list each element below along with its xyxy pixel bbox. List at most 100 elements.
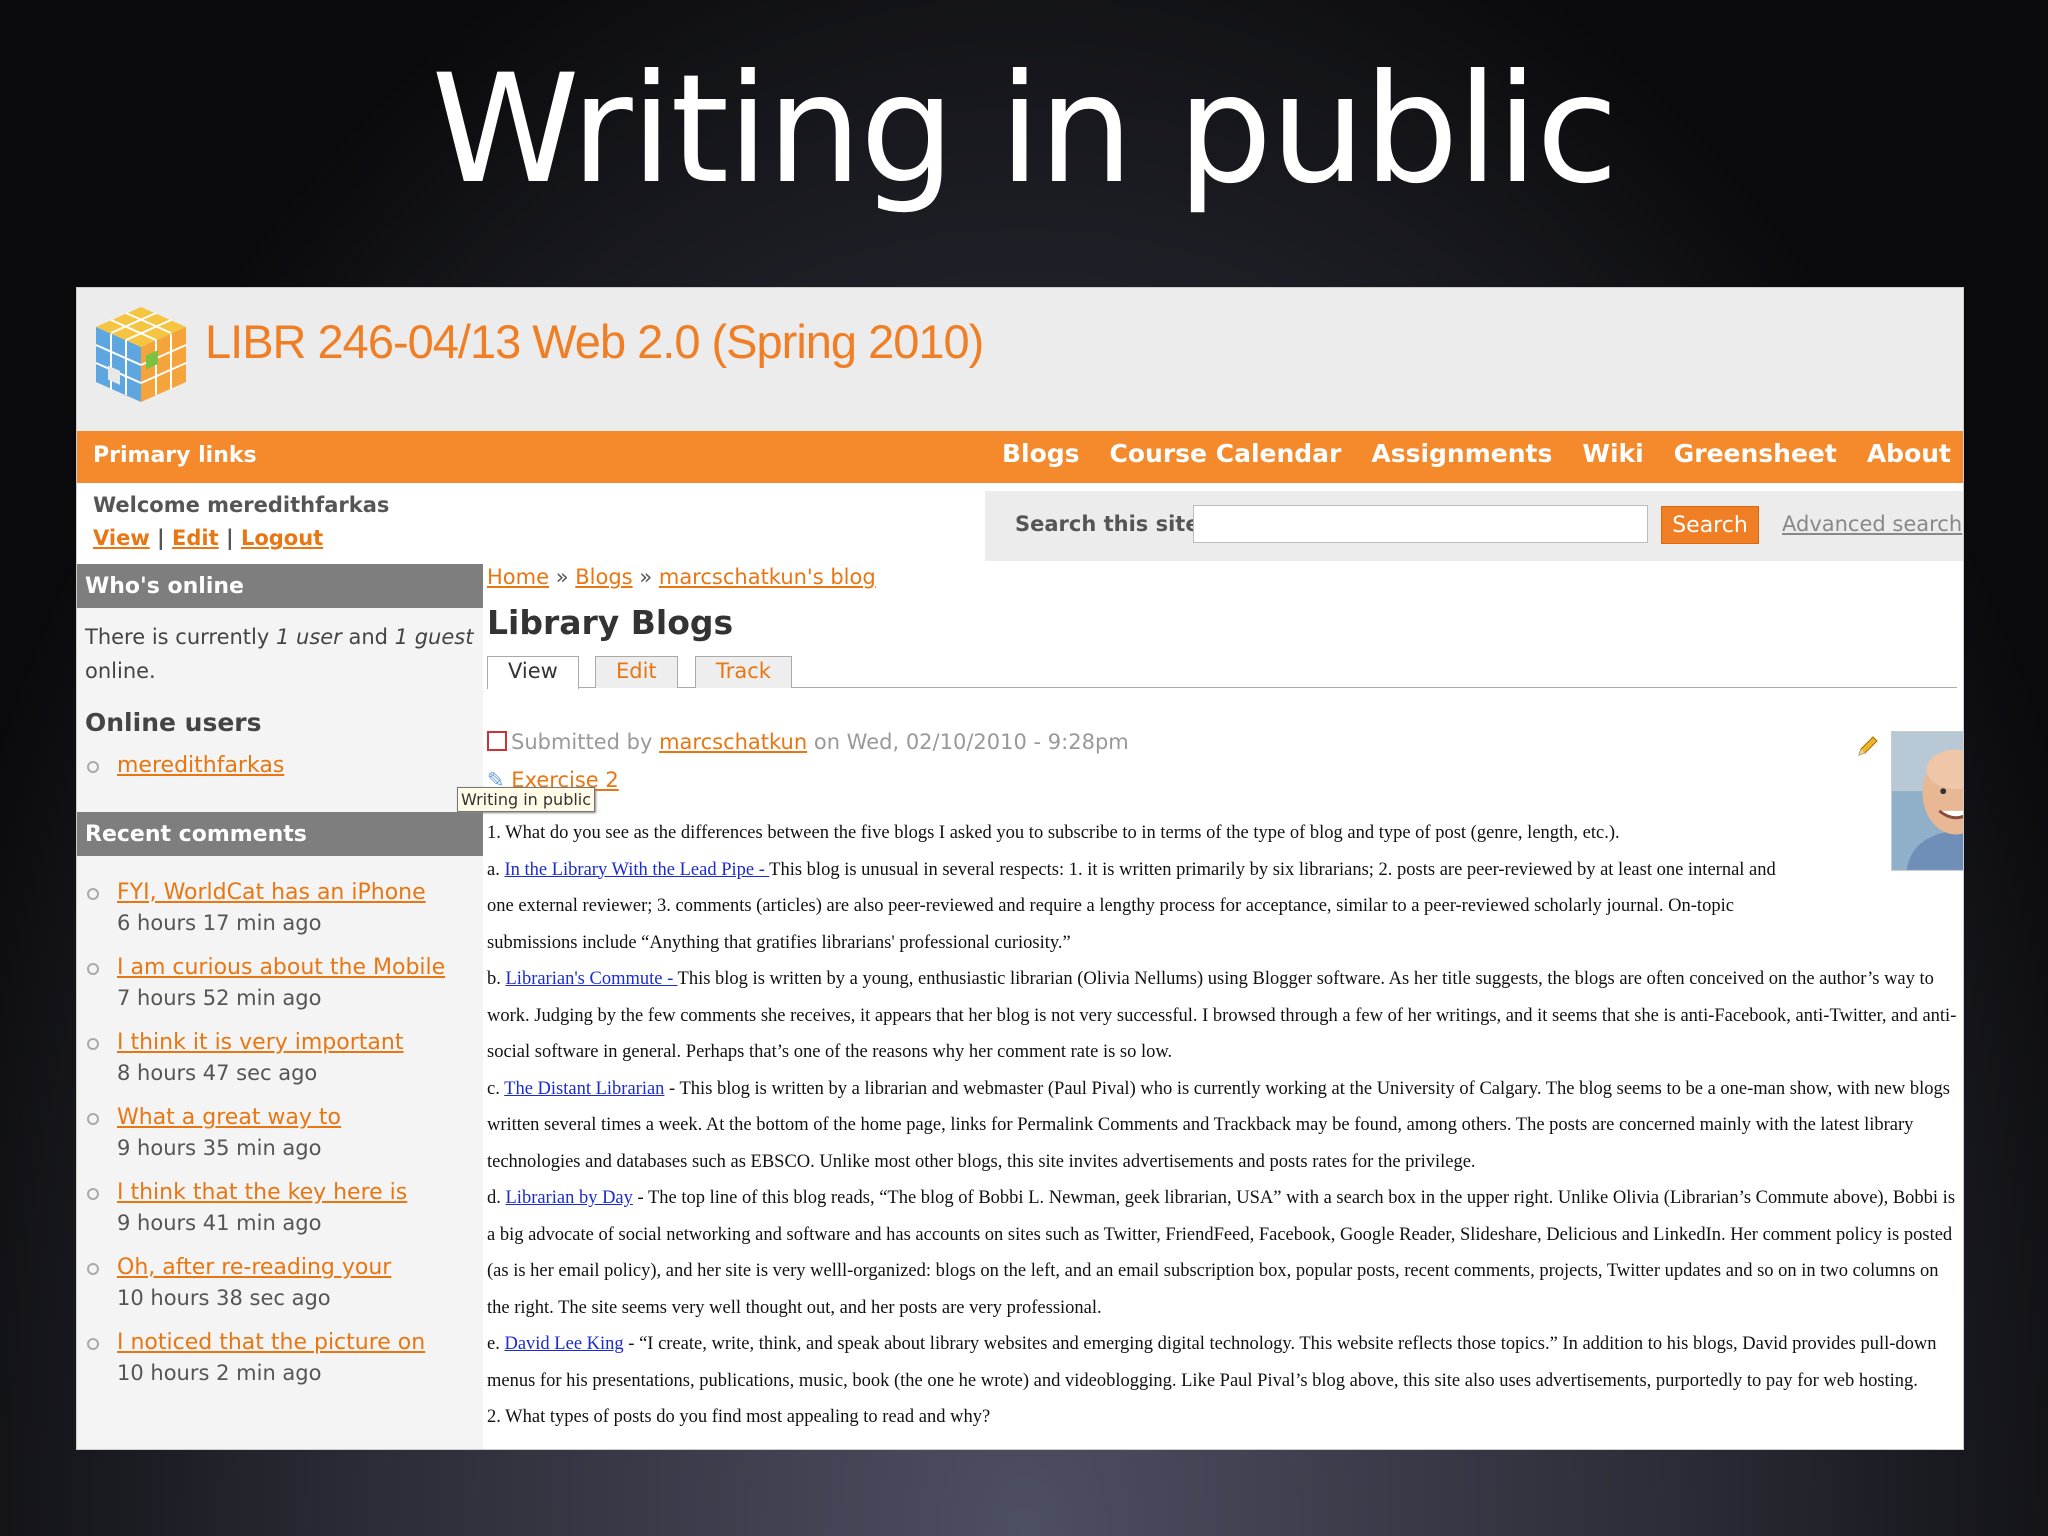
- slide-title: Writing in public: [431, 43, 1618, 217]
- answer-a: a. In the Library With the Lead Pipe - T…: [487, 852, 1797, 962]
- list-item: I think that the key here is 9 hours 41 m…: [85, 1180, 475, 1235]
- blog-link-librarian-by-day[interactable]: Librarian by Day: [506, 1188, 633, 1208]
- author-link[interactable]: marcschatkun: [659, 730, 807, 754]
- answer-label: a.: [487, 859, 505, 880]
- nav-wiki[interactable]: Wiki: [1582, 439, 1643, 468]
- recent-comments-title: Recent comments: [77, 812, 483, 856]
- comment-link[interactable]: I noticed that the picture on: [117, 1330, 425, 1355]
- blog-link-librarians-commute[interactable]: Librarian's Commute -: [506, 969, 678, 989]
- meta-prefix: Submitted by: [511, 730, 660, 754]
- list-item: I think it is very important 8 hours 47 s…: [85, 1030, 475, 1085]
- question-1: 1. What do you see as the differences be…: [487, 823, 1620, 843]
- comment-time: 6 hours 17 min ago: [117, 911, 322, 935]
- answer-label: c.: [487, 1078, 505, 1099]
- tooltip: Writing in public: [457, 787, 596, 812]
- answer-e: e. David Lee King - “I create, write, th…: [487, 1326, 1957, 1399]
- submitted-meta: Submitted by marcschatkun on Wed, 02/10/…: [487, 730, 1129, 754]
- nav-blogs[interactable]: Blogs: [1002, 439, 1080, 468]
- nav-assignments[interactable]: Assignments: [1371, 439, 1552, 468]
- answer-label: d.: [487, 1188, 506, 1208]
- primary-nav: Blogs Course Calendar Assignments Wiki G…: [1002, 439, 1951, 468]
- node-tabs: View Edit Track: [487, 656, 1957, 689]
- breadcrumb-separator: »: [639, 565, 653, 589]
- answer-text: - The top line of this blog reads, “The …: [487, 1188, 1956, 1318]
- online-middle: and: [341, 625, 395, 649]
- breadcrumb-separator: »: [555, 565, 569, 589]
- blog-link-distant-librarian[interactable]: The Distant Librarian: [504, 1079, 664, 1099]
- search-label: Search this site:: [1015, 512, 1208, 536]
- pencil-icon[interactable]: [1855, 735, 1879, 759]
- view-link[interactable]: View: [93, 526, 150, 550]
- breadcrumb-home[interactable]: Home: [487, 565, 549, 589]
- site-name[interactable]: LIBR 246-04/13 Web 2.0 (Spring 2010): [205, 314, 984, 369]
- site-header: LIBR 246-04/13 Web 2.0 (Spring 2010): [77, 288, 1963, 431]
- edit-link[interactable]: Edit: [172, 526, 219, 550]
- list-item: I am curious about the Mobile 7 hours 52 …: [85, 955, 475, 1010]
- answer-d: d. Librarian by Day - The top line of th…: [487, 1180, 1957, 1326]
- nav-course-calendar[interactable]: Course Calendar: [1110, 439, 1342, 468]
- blog-link-lead-pipe[interactable]: In the Library With the Lead Pipe -: [504, 860, 769, 880]
- list-item: Oh, after re-reading your 10 hours 38 sec…: [85, 1255, 475, 1310]
- search-button[interactable]: Search: [1661, 506, 1759, 544]
- comment-link[interactable]: What a great way to: [117, 1105, 341, 1130]
- nav-about[interactable]: About: [1867, 439, 1951, 468]
- comment-link[interactable]: I think that the key here is: [117, 1180, 407, 1205]
- comment-link[interactable]: FYI, WorldCat has an iPhone: [117, 880, 426, 905]
- online-suffix: online.: [85, 659, 156, 683]
- comment-link[interactable]: I am curious about the Mobile: [117, 955, 445, 980]
- page-title: Library Blogs: [487, 603, 734, 642]
- sidebar: Who's online There is currently 1 user a…: [77, 564, 483, 1449]
- online-user-count: 1 user: [275, 625, 342, 649]
- online-user-link[interactable]: meredithfarkas: [117, 753, 284, 778]
- comment-link[interactable]: Oh, after re-reading your: [117, 1255, 391, 1280]
- main-content: Home » Blogs » marcschatkun's blog Libra…: [457, 565, 1963, 1449]
- logout-link[interactable]: Logout: [241, 526, 323, 550]
- recent-comments-list: FYI, WorldCat has an iPhone 6 hours 17 mi…: [77, 856, 483, 1419]
- answer-label: e.: [487, 1334, 505, 1354]
- search-block: Search this site: Search Advanced search: [985, 491, 1963, 561]
- comment-time: 9 hours 41 min ago: [117, 1211, 322, 1235]
- whos-online-title: Who's online: [77, 564, 483, 608]
- comment-time: 10 hours 38 sec ago: [117, 1286, 331, 1310]
- rubiks-cube-logo-icon[interactable]: [91, 302, 191, 407]
- answer-text: - “I create, write, think, and speak abo…: [487, 1334, 1937, 1391]
- comment-link[interactable]: I think it is very important: [117, 1030, 403, 1055]
- list-item: meredithfarkas: [85, 753, 475, 778]
- answer-b: b. Librarian's Commute - This blog is wr…: [487, 961, 1957, 1071]
- online-users-title: Online users: [85, 708, 262, 737]
- answer-label: b.: [487, 969, 506, 989]
- comment-time: 7 hours 52 min ago: [117, 986, 322, 1010]
- comment-time: 9 hours 35 min ago: [117, 1136, 322, 1160]
- article-body: 1. What do you see as the differences be…: [487, 815, 1957, 1436]
- primary-links-bar: Primary links Blogs Course Calendar Assi…: [77, 431, 1963, 483]
- breadcrumb: Home » Blogs » marcschatkun's blog: [487, 565, 1957, 589]
- answer-text: This blog is written by a young, enthusi…: [487, 969, 1957, 1062]
- breadcrumb-user-blog[interactable]: marcschatkun's blog: [659, 565, 876, 589]
- tab-track[interactable]: Track: [695, 656, 792, 688]
- calendar-icon: [487, 731, 507, 751]
- online-guest-count: 1 guest: [394, 625, 474, 649]
- tab-view[interactable]: View: [487, 656, 579, 689]
- online-prefix: There is currently: [85, 625, 276, 649]
- comment-time: 10 hours 2 min ago: [117, 1361, 322, 1385]
- welcome-text: Welcome meredithfarkas: [93, 493, 390, 517]
- question-2: 2. What types of posts do you find most …: [487, 1407, 991, 1427]
- answer-c: c. The Distant Librarian - This blog is …: [487, 1071, 1957, 1181]
- primary-links-label: Primary links: [93, 443, 257, 468]
- user-links: View | Edit | Logout: [93, 526, 324, 550]
- breadcrumb-blogs[interactable]: Blogs: [575, 565, 632, 589]
- browser-screenshot: LIBR 246-04/13 Web 2.0 (Spring 2010) Pri…: [76, 287, 1964, 1450]
- comment-time: 8 hours 47 sec ago: [117, 1061, 318, 1085]
- nav-greensheet[interactable]: Greensheet: [1674, 439, 1837, 468]
- list-item: I noticed that the picture on 10 hours 2 …: [85, 1330, 475, 1385]
- blog-link-david-lee-king[interactable]: David Lee King: [504, 1334, 623, 1354]
- search-input[interactable]: [1193, 505, 1648, 543]
- tab-edit[interactable]: Edit: [595, 656, 678, 688]
- list-item: What a great way to 9 hours 35 min ago: [85, 1105, 475, 1160]
- online-status-text: There is currently 1 user and 1 guest on…: [77, 608, 483, 698]
- answer-text: - This blog is written by a librarian an…: [487, 1078, 1950, 1172]
- list-item: FYI, WorldCat has an iPhone 6 hours 17 mi…: [85, 880, 475, 935]
- meta-date: on Wed, 02/10/2010 - 9:28pm: [807, 730, 1129, 754]
- online-users-list: meredithfarkas: [77, 753, 483, 812]
- advanced-search-link[interactable]: Advanced search: [1782, 512, 1962, 536]
